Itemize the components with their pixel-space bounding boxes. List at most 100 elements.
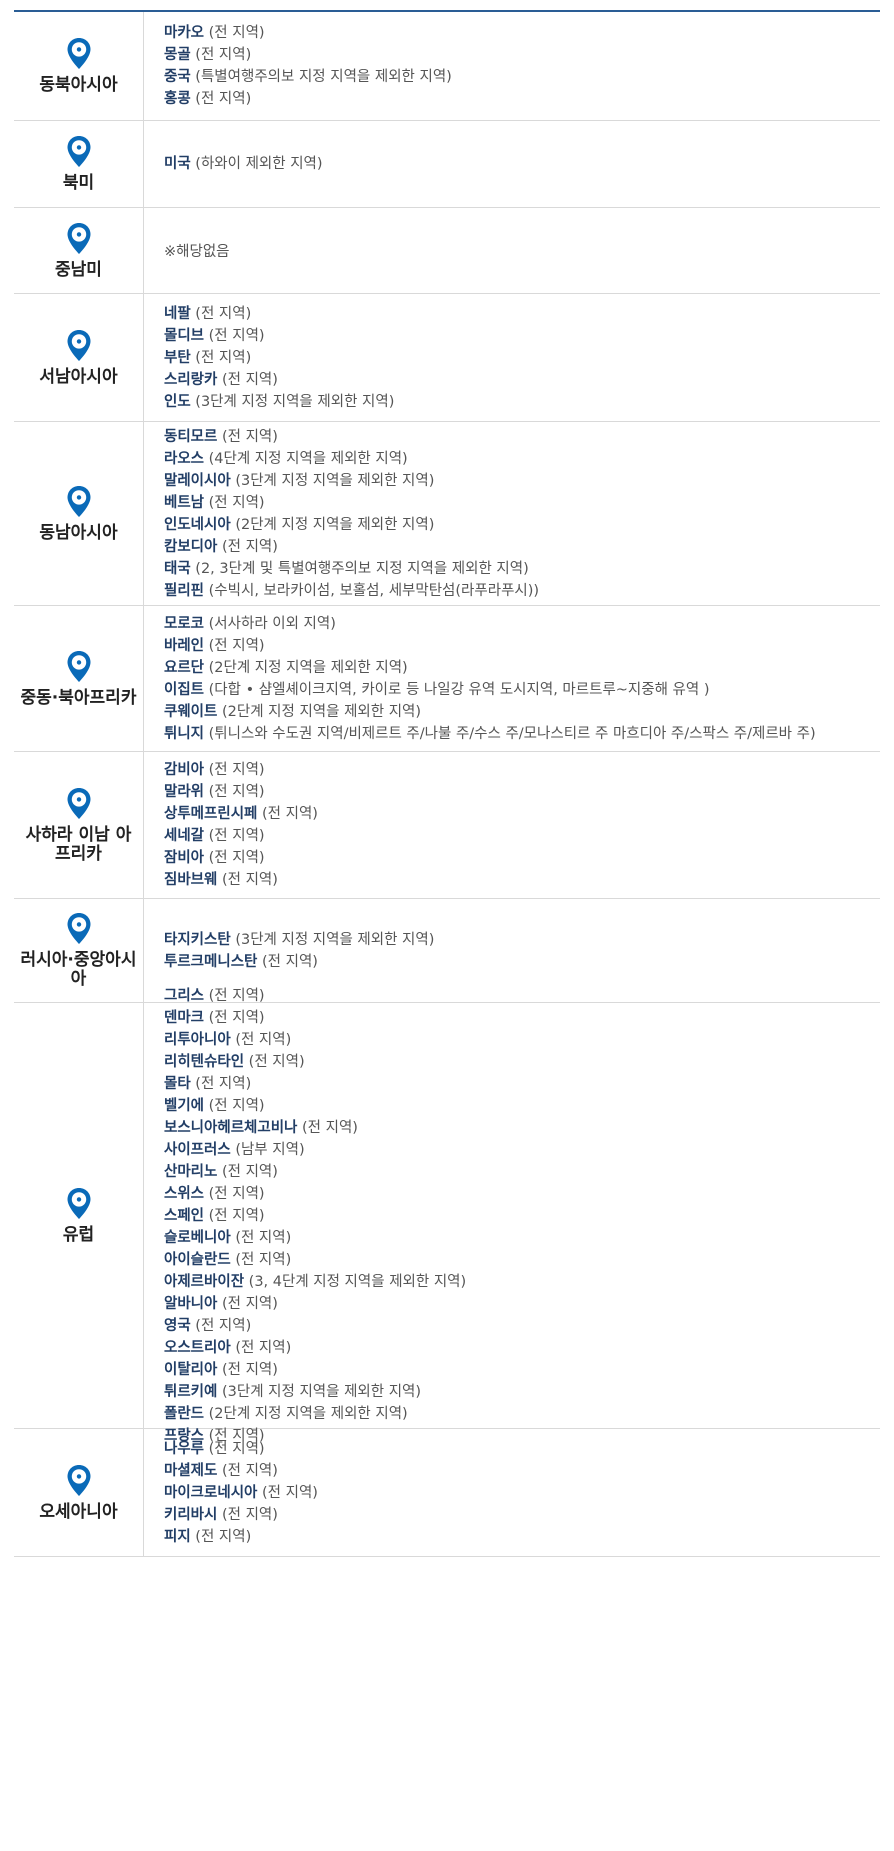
country-note: (특별여행주의보 지정 지역을 제외한 지역) bbox=[195, 69, 452, 85]
country-item: 튀니지 (튀니스와 수도권 지역/비제르트 주/나불 주/수스 주/모나스티르 … bbox=[164, 723, 880, 745]
country-name: 벨기에 bbox=[164, 1097, 205, 1114]
country-name: 알바니아 bbox=[164, 1295, 218, 1312]
country-note: (전 지역) bbox=[235, 1251, 292, 1268]
country-name: 그리스 bbox=[164, 987, 205, 1004]
country-item: 투르크메니스탄 (전 지역) bbox=[164, 951, 880, 973]
region-row: 동북아시아 마카오 (전 지역) 몽골 (전 지역) 중국 (특별여행주의보 지정 지… bbox=[14, 12, 880, 121]
country-note: (전 지역) bbox=[208, 327, 265, 344]
country-item: 요르단 (2단계 지정 지역을 제외한 지역) bbox=[164, 657, 880, 679]
country-note: (전 지역) bbox=[208, 987, 265, 1004]
country-note: (전 지역) bbox=[195, 91, 252, 107]
country-item: 중국 (특별여행주의보 지정 지역을 제외한 지역) bbox=[164, 66, 880, 88]
country-item: 영국 (전 지역) bbox=[164, 1315, 880, 1337]
country-note: (전 지역) bbox=[221, 872, 278, 888]
country-note: (전 지역) bbox=[302, 1119, 358, 1136]
country-note: (전 지역) bbox=[208, 1009, 265, 1026]
country-note: (전 지역) bbox=[208, 637, 265, 654]
region-country-table: 동북아시아 마카오 (전 지역) 몽골 (전 지역) 중국 (특별여행주의보 지정 지… bbox=[14, 10, 880, 1557]
country-item: 감비아 (전 지역) bbox=[164, 759, 880, 781]
region-row: 서남아시아 네팔 (전 지역) 몰디브 (전 지역) 부탄 (전 지역) 스리랑카 (전… bbox=[14, 294, 880, 422]
country-name: 슬로베니아 bbox=[164, 1229, 231, 1246]
region-cell: 중남미 bbox=[14, 208, 144, 293]
country-item: 몽골 (전 지역) bbox=[164, 44, 880, 66]
country-name: 잠비아 bbox=[164, 850, 205, 866]
country-note: (전 지역) bbox=[221, 1462, 278, 1479]
country-name: 상투메프린시페 bbox=[164, 806, 258, 822]
country-note: (전 지역) bbox=[262, 1484, 318, 1501]
country-name: 스위스 bbox=[164, 1185, 205, 1202]
region-cell: 중동·북아프리카 bbox=[14, 606, 144, 751]
region-name: 중남미 bbox=[55, 259, 102, 280]
country-name: 나우루 bbox=[164, 1440, 205, 1457]
country-item: 키리바시 (전 지역) bbox=[164, 1504, 880, 1526]
country-item: 오스트리아 (전 지역) bbox=[164, 1337, 880, 1359]
country-name: 말라위 bbox=[164, 784, 205, 800]
region-cell: 북미 bbox=[14, 121, 144, 207]
country-name: 리히텐슈타인 bbox=[164, 1053, 245, 1070]
country-note: (튀니스와 수도권 지역/비제르트 주/나불 주/수스 주/모나스티르 주 마흐… bbox=[208, 725, 816, 742]
region-cell: 러시아·중앙아시아 bbox=[14, 899, 144, 1002]
country-item: 미국 (하와이 제외한 지역) bbox=[164, 153, 880, 175]
country-name: 필리핀 bbox=[164, 582, 205, 599]
country-list: 네팔 (전 지역) 몰디브 (전 지역) 부탄 (전 지역) 스리랑카 (전 지역) 인… bbox=[144, 294, 880, 421]
country-note: (4단계 지정 지역을 제외한 지역) bbox=[208, 450, 408, 467]
country-note: (전 지역) bbox=[262, 953, 318, 970]
country-item: 알바니아 (전 지역) bbox=[164, 1293, 880, 1315]
region-row: 유럽 그리스 (전 지역) 덴마크 (전 지역) 리투아니아 (전 지역) 리히텐슈타인… bbox=[14, 988, 880, 1444]
region-name: 북미 bbox=[62, 173, 95, 193]
country-note: (전 지역) bbox=[208, 1207, 265, 1224]
country-note: (전 지역) bbox=[235, 1339, 292, 1356]
region-name: 유럽 bbox=[62, 1224, 95, 1245]
country-item: 산마리노 (전 지역) bbox=[164, 1161, 880, 1183]
country-item: 마이크로네시아 (전 지역) bbox=[164, 1482, 880, 1504]
region-cell: 서남아시아 bbox=[14, 294, 144, 421]
country-note: (전 지역) bbox=[195, 1528, 252, 1545]
country-note: (서사하라 이외 지역) bbox=[208, 615, 336, 632]
country-name: 인도네시아 bbox=[164, 516, 231, 533]
country-name: 홍콩 bbox=[164, 91, 191, 107]
country-item: 인도네시아 (2단계 지정 지역을 제외한 지역) bbox=[164, 514, 880, 536]
country-name: 짐바브웨 bbox=[164, 872, 218, 888]
country-name: 베트남 bbox=[164, 494, 205, 511]
region-name: 사하라 이남 아프리카 bbox=[25, 824, 132, 864]
country-item: 이집트 (다합 • 샴엘셰이크지역, 카이로 등 나일강 유역 도시지역, 마르… bbox=[164, 679, 880, 701]
country-item: 잠비아 (전 지역) bbox=[164, 847, 880, 869]
country-item: 슬로베니아 (전 지역) bbox=[164, 1227, 880, 1249]
country-note: (남부 지역) bbox=[235, 1141, 305, 1158]
country-note: (전 지역) bbox=[208, 762, 265, 778]
country-name: 키리바시 bbox=[164, 1506, 218, 1523]
country-note: (전 지역) bbox=[195, 1075, 252, 1092]
map-pin-icon bbox=[67, 787, 90, 819]
country-name: 모로코 bbox=[164, 615, 205, 632]
country-name: 감비아 bbox=[164, 762, 205, 778]
map-pin-icon bbox=[67, 1464, 90, 1496]
country-item: 부탄 (전 지역) bbox=[164, 347, 880, 369]
country-name: 리투아니아 bbox=[164, 1031, 231, 1048]
country-item: 덴마크 (전 지역) bbox=[164, 1007, 880, 1029]
country-item: 필리핀 (수빅시, 보라카이섬, 보홀섬, 세부막탄섬(라푸라푸시)) bbox=[164, 580, 880, 602]
region-row: 북미 미국 (하와이 제외한 지역) bbox=[14, 121, 880, 208]
country-name: 튀르키예 bbox=[164, 1383, 218, 1400]
country-name: 덴마크 bbox=[164, 1009, 205, 1026]
country-name: 몰타 bbox=[164, 1075, 191, 1092]
country-item: 튀르키예 (3단계 지정 지역을 제외한 지역) bbox=[164, 1381, 880, 1403]
country-name: 몽골 bbox=[164, 47, 191, 63]
country-note: (전 지역) bbox=[221, 1163, 278, 1180]
map-pin-icon bbox=[67, 136, 90, 167]
country-item: 몰디브 (전 지역) bbox=[164, 325, 880, 347]
region-name: 동북아시아 bbox=[39, 75, 118, 95]
country-item: 말라위 (전 지역) bbox=[164, 781, 880, 803]
region-row: 동남아시아 동티모르 (전 지역) 라오스 (4단계 지정 지역을 제외한 지역) 말… bbox=[14, 422, 880, 606]
map-pin-icon bbox=[67, 485, 90, 517]
country-note: (전 지역) bbox=[208, 828, 265, 844]
country-note: (전 지역) bbox=[195, 349, 252, 366]
country-note: (전 지역) bbox=[208, 1097, 265, 1114]
country-note: (전 지역) bbox=[235, 1229, 292, 1246]
country-name: 이탈리아 bbox=[164, 1361, 218, 1378]
country-note: (2단계 지정 지역을 제외한 지역) bbox=[208, 659, 408, 676]
country-note: (전 지역) bbox=[248, 1053, 305, 1070]
country-name: 마셜제도 bbox=[164, 1462, 218, 1479]
country-item: 리히텐슈타인 (전 지역) bbox=[164, 1051, 880, 1073]
country-note: (3단계 지정 지역을 제외한 지역) bbox=[195, 393, 395, 410]
country-name: 인도 bbox=[164, 393, 191, 410]
